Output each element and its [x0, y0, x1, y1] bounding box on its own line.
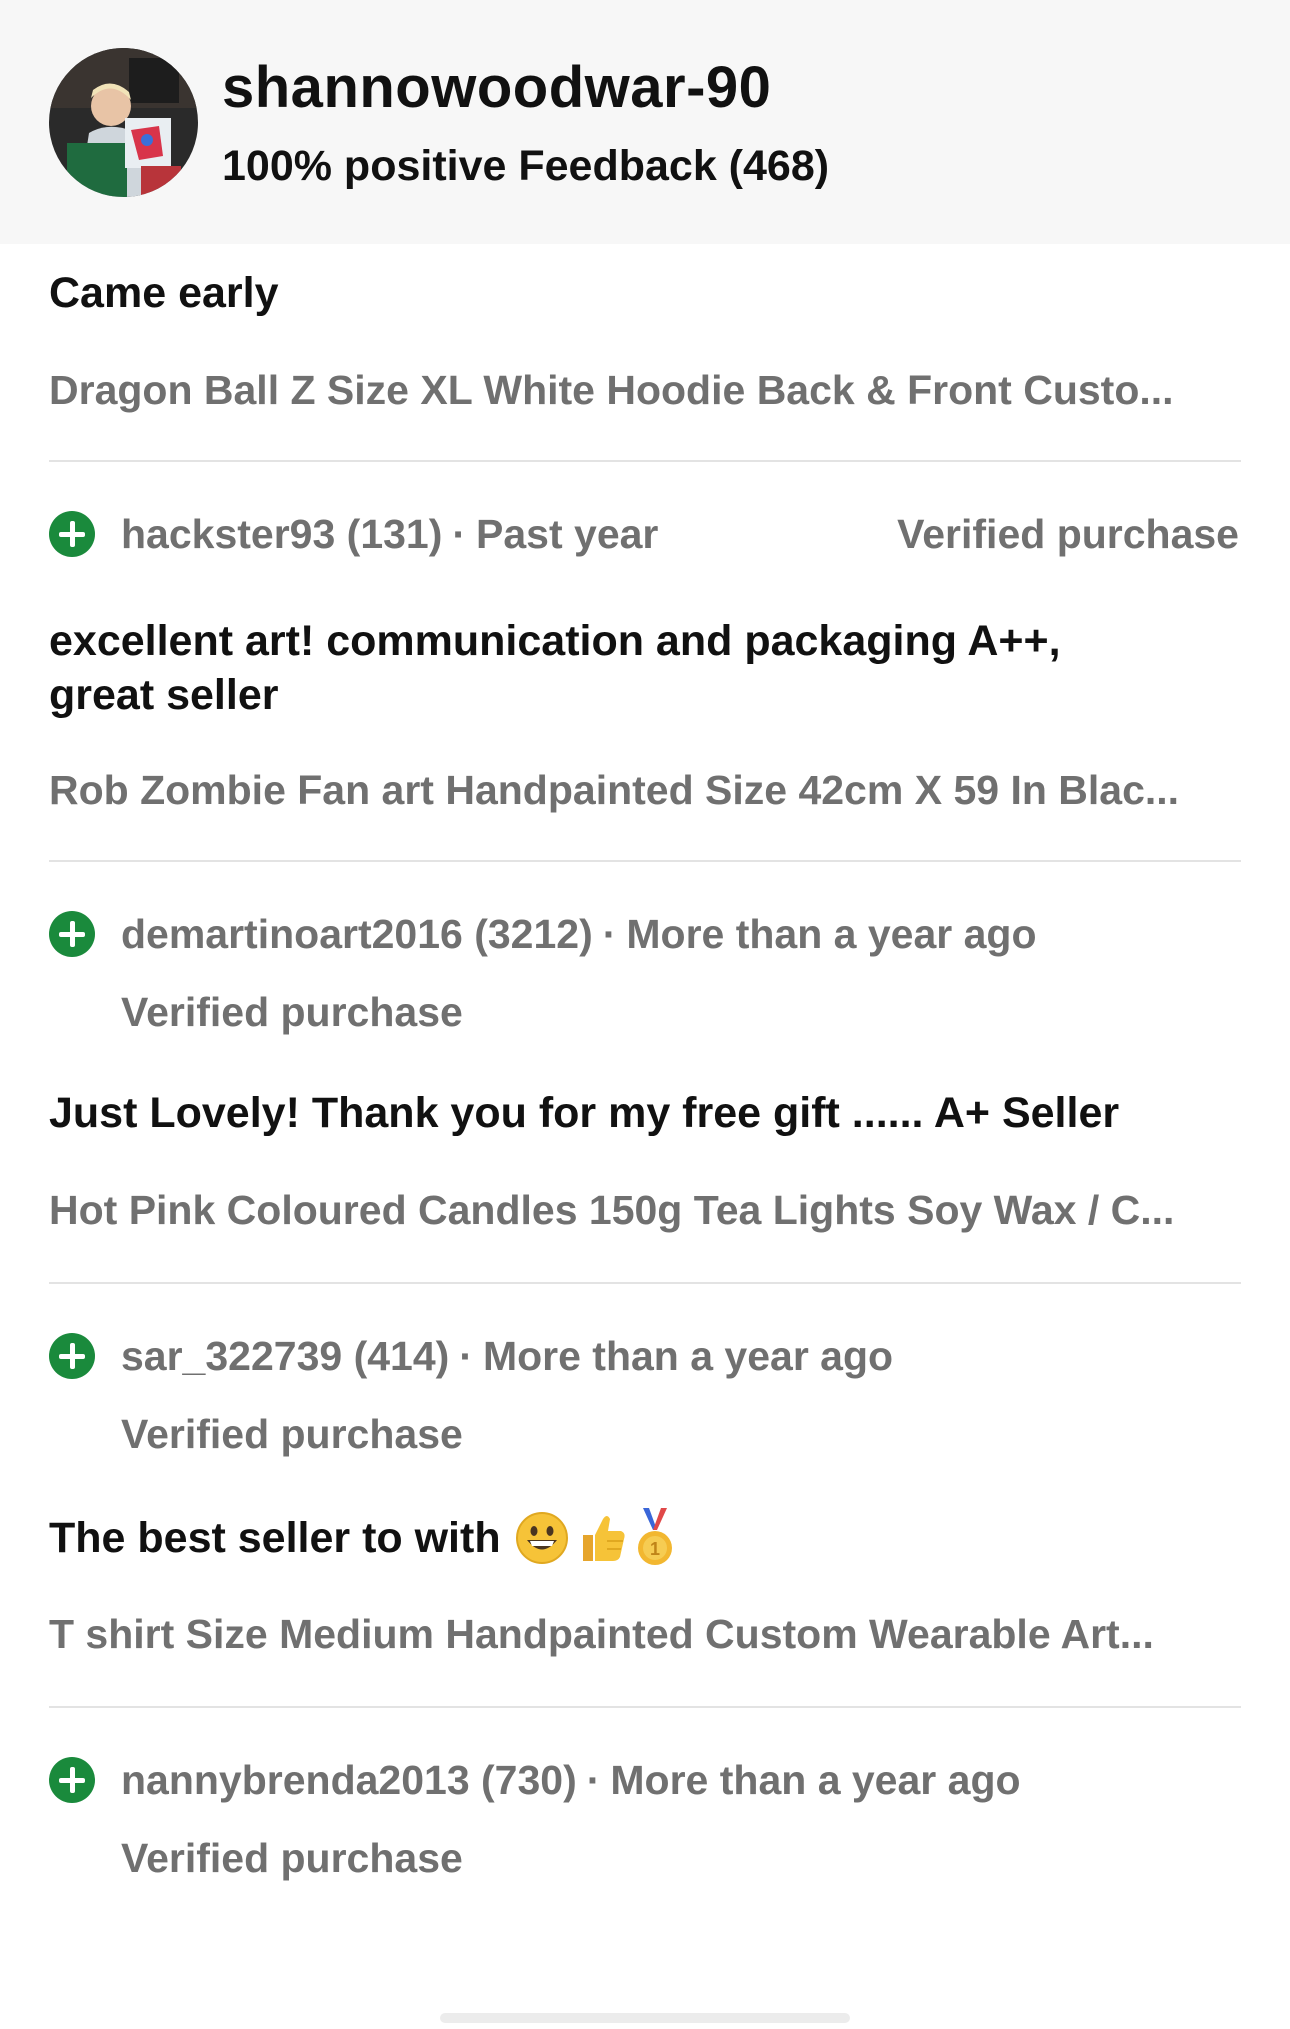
divider	[49, 1282, 1241, 1284]
svg-text:1: 1	[650, 1539, 660, 1559]
review-card: sar_322739 (414) · More than a year ago …	[49, 1330, 1241, 1660]
review-meta: sar_322739 (414) · More than a year ago	[49, 1330, 1241, 1382]
divider	[49, 460, 1241, 462]
seller-header: shannowoodwar-90 100% positive Feedback …	[0, 0, 1290, 244]
review-meta: hackster93 (131) · Past year Verified pu…	[49, 508, 1241, 560]
review-item-title[interactable]: Dragon Ball Z Size XL White Hoodie Back …	[49, 364, 1241, 416]
seller-feedback-page: shannowoodwar-90 100% positive Feedback …	[0, 0, 1290, 2029]
separator-dot: ·	[602, 911, 617, 957]
review-item-title[interactable]: Hot Pink Coloured Candles 150g Tea Light…	[49, 1184, 1241, 1236]
review-comment: excellent art! communication and packagi…	[49, 614, 1241, 722]
review-meta: demartinoart2016 (3212) · More than a ye…	[49, 908, 1241, 960]
review-comment-line: great seller	[49, 671, 279, 719]
seller-name[interactable]: shannowoodwar-90	[222, 58, 829, 117]
review-comment: The best seller to with 1	[49, 1508, 1241, 1568]
review-comment-text: The best seller to with	[49, 1514, 501, 1562]
review-comment-line: excellent art! communication and packagi…	[49, 617, 1061, 665]
review-comment: Came early	[49, 269, 279, 317]
review-time: More than a year ago	[610, 1757, 1021, 1803]
thumbs-up-emoji-icon	[582, 1516, 625, 1561]
review-card: demartinoart2016 (3212) · More than a ye…	[49, 908, 1241, 1236]
review-card: Came early Dragon Ball Z Size XL White H…	[49, 266, 1241, 416]
separator-dot: ·	[452, 511, 467, 557]
divider	[49, 1706, 1241, 1708]
seller-feedback-score[interactable]: 100% positive Feedback (468)	[222, 144, 829, 188]
review-item-title[interactable]: Rob Zombie Fan art Handpainted Size 42cm…	[49, 764, 1241, 816]
reviewer-name[interactable]: demartinoart2016 (3212)	[121, 908, 593, 960]
review-meta: nannybrenda2013 (730) · More than a year…	[49, 1754, 1241, 1806]
positive-feedback-icon	[49, 1333, 95, 1379]
first-place-medal-emoji-icon: 1	[637, 1508, 672, 1565]
review-card: nannybrenda2013 (730) · More than a year…	[49, 1754, 1241, 1884]
separator-dot: ·	[459, 1333, 473, 1379]
review-time: Past year	[476, 511, 659, 557]
home-indicator[interactable]	[440, 2013, 850, 2023]
reviewer-name[interactable]: hackster93 (131)	[121, 508, 442, 560]
verified-purchase-label: Verified purchase	[121, 1835, 463, 1881]
reviewer-name[interactable]: nannybrenda2013 (730)	[121, 1754, 577, 1806]
grinning-face-emoji-icon	[515, 1512, 568, 1564]
reviewer-name[interactable]: sar_322739 (414)	[121, 1330, 449, 1382]
review-time: More than a year ago	[626, 911, 1037, 957]
positive-feedback-icon	[49, 1757, 95, 1803]
divider	[49, 860, 1241, 862]
review-time: More than a year ago	[482, 1333, 894, 1379]
positive-feedback-icon	[49, 511, 95, 557]
feedback-list: Came early Dragon Ball Z Size XL White H…	[0, 266, 1290, 1884]
avatar-photo-icon	[49, 47, 198, 197]
separator-dot: ·	[586, 1757, 601, 1803]
review-item-title[interactable]: T shirt Size Medium Handpainted Custom W…	[49, 1608, 1241, 1660]
review-comment: Just Lovely! Thank you for my free gift …	[49, 1089, 1120, 1137]
verified-purchase-label: Verified purchase	[121, 989, 463, 1035]
avatar[interactable]	[49, 47, 198, 197]
positive-feedback-icon	[49, 911, 95, 957]
verified-purchase-label: Verified purchase	[897, 511, 1239, 557]
seller-info: shannowoodwar-90 100% positive Feedback …	[222, 57, 829, 188]
verified-purchase-label: Verified purchase	[121, 1411, 463, 1457]
review-card: hackster93 (131) · Past year Verified pu…	[49, 508, 1241, 816]
